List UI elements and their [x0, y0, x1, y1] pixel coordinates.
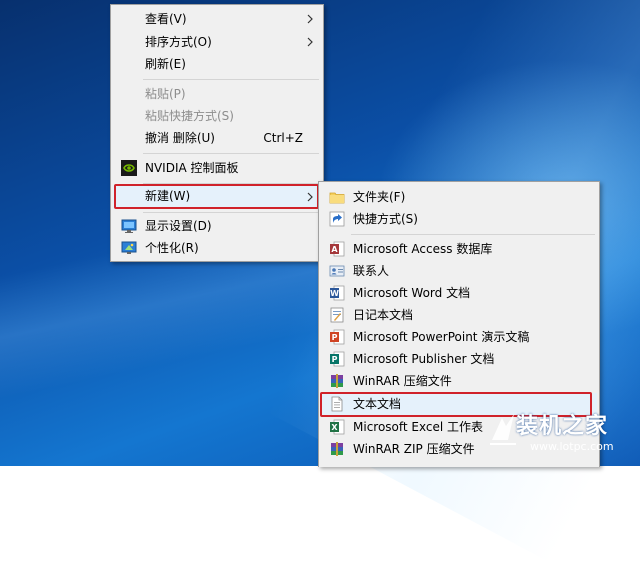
- menu-item-label: 粘贴(P): [145, 87, 186, 101]
- menu-item-label: WinRAR 压缩文件: [353, 374, 452, 388]
- watermark-text: 装机之家: [516, 414, 609, 439]
- publisher-icon: P: [329, 351, 345, 367]
- menu-item-label: NVIDIA 控制面板: [145, 161, 239, 175]
- nvidia-icon: [121, 160, 137, 176]
- menu-item-label: 日记本文档: [353, 308, 414, 322]
- menu-item-undo-delete[interactable]: 撤消 删除(U) Ctrl+Z: [113, 127, 321, 149]
- menu-item-label: 快捷方式(S): [353, 212, 418, 226]
- menu-item-label: 粘贴快捷方式(S): [145, 109, 234, 123]
- svg-text:A: A: [331, 245, 338, 254]
- menu-separator: [143, 153, 319, 154]
- menu-item-sort-by[interactable]: 排序方式(O): [113, 31, 321, 53]
- menu-item-shortcut: Ctrl+Z: [263, 131, 303, 145]
- svg-text:P: P: [332, 355, 338, 364]
- submenu-item-access-database[interactable]: A Microsoft Access 数据库: [321, 238, 597, 260]
- submenu-item-folder[interactable]: 文件夹(F): [321, 186, 597, 208]
- svg-text:P: P: [332, 333, 338, 342]
- submenu-item-powerpoint-presentation[interactable]: P Microsoft PowerPoint 演示文稿: [321, 326, 597, 348]
- submenu-item-publisher-document[interactable]: P Microsoft Publisher 文档: [321, 348, 597, 370]
- display-icon: [121, 218, 137, 234]
- journal-icon: [329, 307, 345, 323]
- submenu-item-word-document[interactable]: W Microsoft Word 文档: [321, 282, 597, 304]
- watermark: 装机之家 www.lotpc.com: [488, 406, 638, 464]
- winrar-icon: [329, 373, 345, 389]
- submenu-item-shortcut[interactable]: 快捷方式(S): [321, 208, 597, 230]
- menu-item-paste-shortcut[interactable]: 粘贴快捷方式(S): [113, 105, 321, 127]
- menu-separator: [143, 79, 319, 80]
- submenu-arrow-icon: [307, 37, 313, 47]
- svg-text:W: W: [330, 289, 339, 298]
- word-icon: W: [329, 285, 345, 301]
- personalize-icon: [121, 240, 137, 256]
- menu-item-label: 显示设置(D): [145, 219, 212, 233]
- menu-item-label: 个性化(R): [145, 241, 199, 255]
- menu-item-label: 刷新(E): [145, 57, 186, 71]
- menu-item-label: 查看(V): [145, 12, 187, 26]
- folder-icon: [329, 189, 345, 205]
- menu-item-label: Microsoft PowerPoint 演示文稿: [353, 330, 530, 344]
- powerpoint-icon: P: [329, 329, 345, 345]
- menu-item-label: 联系人: [353, 264, 390, 278]
- menu-item-nvidia-control-panel[interactable]: NVIDIA 控制面板: [113, 157, 321, 179]
- menu-item-label: WinRAR ZIP 压缩文件: [353, 442, 475, 456]
- desktop-context-menu: 查看(V) 排序方式(O) 刷新(E) 粘贴(P) 粘贴快捷方式(S) 撤消 删…: [110, 4, 324, 262]
- menu-item-label: Microsoft Word 文档: [353, 286, 471, 300]
- highlight-box-new: [114, 184, 319, 209]
- shortcut-icon: [329, 211, 345, 227]
- menu-item-label: 文件夹(F): [353, 190, 406, 204]
- menu-separator: [143, 212, 319, 213]
- watermark-url: www.lotpc.com: [530, 440, 614, 453]
- submenu-arrow-icon: [307, 14, 313, 24]
- menu-item-label: Microsoft Excel 工作表: [353, 420, 484, 434]
- menu-item-label: 排序方式(O): [145, 35, 212, 49]
- menu-item-paste[interactable]: 粘贴(P): [113, 83, 321, 105]
- access-icon: A: [329, 241, 345, 257]
- menu-item-view[interactable]: 查看(V): [113, 8, 321, 30]
- menu-separator: [351, 234, 595, 235]
- submenu-item-journal-document[interactable]: 日记本文档: [321, 304, 597, 326]
- menu-item-personalize[interactable]: 个性化(R): [113, 237, 321, 259]
- menu-item-display-settings[interactable]: 显示设置(D): [113, 215, 321, 237]
- watermark-logo-icon: [490, 414, 516, 445]
- submenu-item-winrar-archive[interactable]: WinRAR 压缩文件: [321, 370, 597, 392]
- menu-item-refresh[interactable]: 刷新(E): [113, 53, 321, 75]
- excel-icon: X: [329, 419, 345, 435]
- svg-text:X: X: [331, 423, 338, 432]
- contact-icon: [329, 263, 345, 279]
- menu-item-label: 撤消 删除(U): [145, 131, 215, 145]
- submenu-item-contact[interactable]: 联系人: [321, 260, 597, 282]
- menu-item-label: Microsoft Publisher 文档: [353, 352, 495, 366]
- winrar-zip-icon: [329, 441, 345, 457]
- menu-item-label: Microsoft Access 数据库: [353, 242, 493, 256]
